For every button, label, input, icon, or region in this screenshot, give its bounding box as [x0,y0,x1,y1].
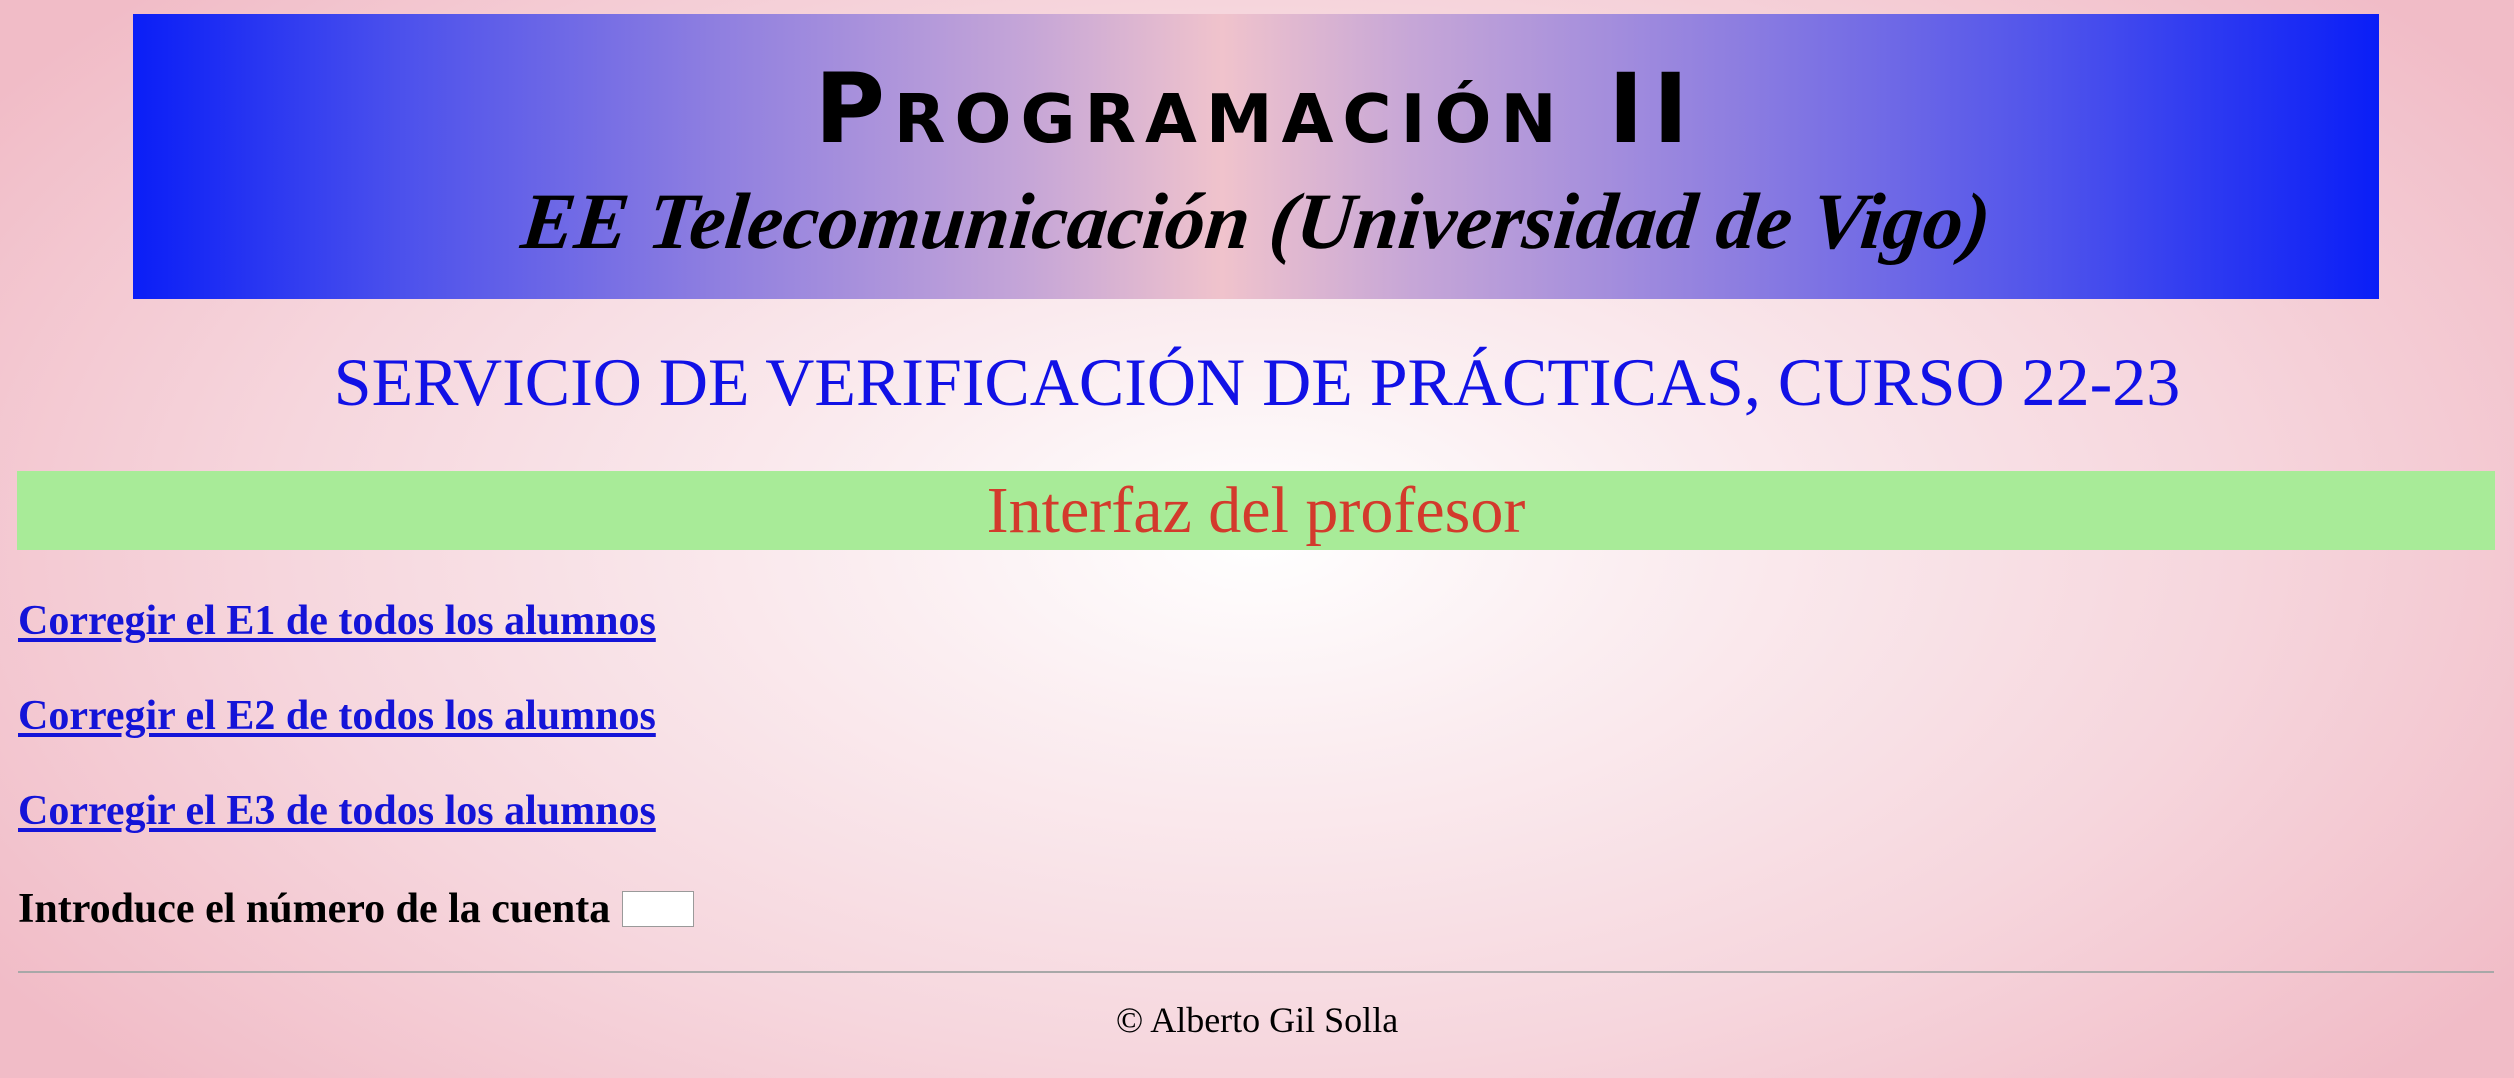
footer-divider [18,971,2494,973]
copyright-notice: © Alberto Gil Solla [1115,1000,1399,1040]
correction-links: Corregir el E1 de todos los alumnos Corr… [18,590,656,875]
service-title: SERVICIO DE VERIFICACIÓN DE PRÁCTICAS, C… [333,344,2181,420]
correct-e2-link[interactable]: Corregir el E2 de todos los alumnos [18,685,656,780]
school-subtitle: EE Telecomunicación (Universidad de Vigo… [517,178,1995,266]
account-label: Introduce el número de la cuenta [18,886,611,932]
correct-e1-link[interactable]: Corregir el E1 de todos los alumnos [18,590,656,685]
interface-banner: Interfaz del profesor [17,471,2495,550]
correct-e3-link[interactable]: Corregir el E3 de todos los alumnos [18,780,656,875]
account-form: Introduce el número de la cuenta [18,878,695,940]
account-number-input[interactable] [622,891,695,927]
header-banner: Programación II EE Telecomunicación (Uni… [133,14,2379,299]
course-title: Programación II [814,53,1698,165]
interface-label: Interfaz del profesor [986,474,1526,547]
